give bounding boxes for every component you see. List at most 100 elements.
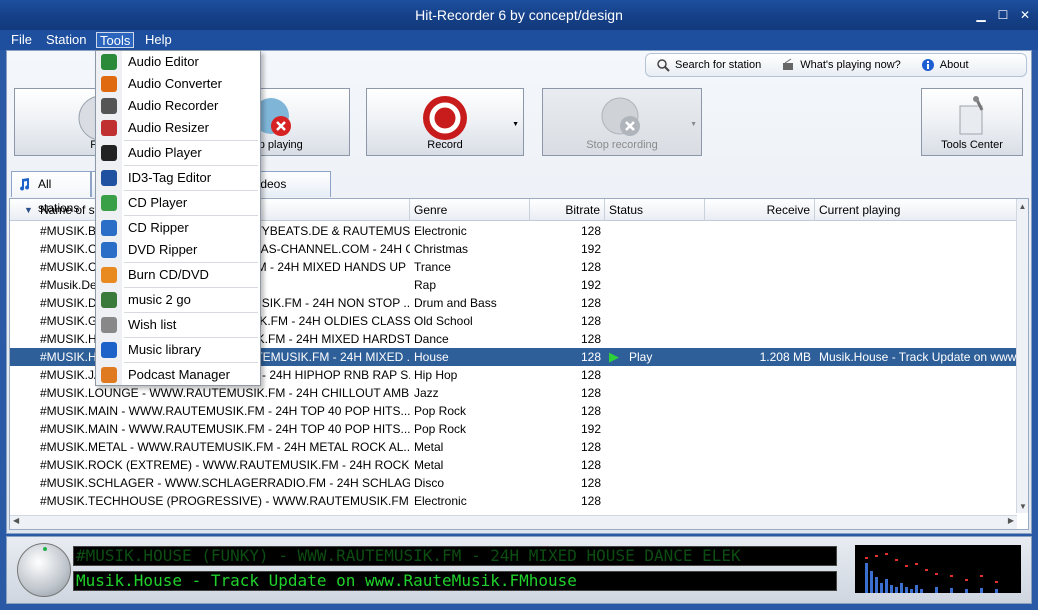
tools-center-label: Tools Center [941,139,1003,151]
column-status[interactable]: Status [605,199,705,221]
table-cell: #MUSIK.MAIN - WWW.RAUTEMUSIK.FM - 24H TO… [10,402,410,420]
table-cell [705,222,815,240]
now-playing-panel: #MUSIK.HOUSE (FUNKY) - WWW.RAUTEMUSIK.FM… [6,536,1032,604]
table-row[interactable]: #MUSIK.SCHLAGER - WWW.SCHLAGERRADIO.FM -… [10,474,1017,492]
table-cell [605,492,705,510]
tools-menu-item[interactable]: DVD Ripper [96,239,260,261]
scroll-down-icon[interactable]: ▼ [1017,502,1029,511]
table-cell [815,294,1017,312]
table-cell: Christmas [410,240,530,258]
cell-current: Musik.House - Track Update on www [819,350,1017,364]
spectrum-analyzer [855,545,1021,593]
column-genre[interactable]: Genre [410,199,530,221]
tools-menu-item[interactable]: CD Ripper [96,217,260,239]
search-station-button[interactable]: Search for station [646,58,771,72]
table-row[interactable]: #MUSIK.LOUNGE - WWW.RAUTEMUSIK.FM - 24H … [10,384,1017,402]
column-current-playing[interactable]: Current playing [815,199,1017,221]
scroll-up-icon[interactable]: ▲ [1017,202,1028,211]
column-receive[interactable]: Receive [705,199,815,221]
cell-genre: Drum and Bass [414,296,497,310]
table-cell [605,294,705,312]
music-library-icon [101,342,117,358]
menu-file[interactable]: File [8,32,35,48]
table-cell [815,312,1017,330]
table-cell: #MUSIK.ROCK (EXTREME) - WWW.RAUTEMUSIK.F… [10,456,410,474]
tools-menu-item[interactable]: Audio Recorder [96,95,260,117]
table-cell [815,438,1017,456]
whats-playing-button[interactable]: What's playing now? [771,58,911,72]
menu-separator [124,312,258,313]
table-cell [605,258,705,276]
menu-station[interactable]: Station [43,32,89,48]
table-row[interactable]: #MUSIK.METAL - WWW.RAUTEMUSIK.FM - 24H M… [10,438,1017,456]
tools-menu-item[interactable]: Audio Resizer [96,117,260,139]
table-cell [815,276,1017,294]
cell-bitrate: 128 [580,458,601,472]
close-icon[interactable]: ✕ [1018,8,1032,22]
whats-playing-label: What's playing now? [800,59,901,71]
table-cell [705,366,815,384]
volume-knob[interactable] [17,543,71,597]
cd-player-icon [101,195,117,211]
table-cell: Pop Rock [410,402,530,420]
cell-bitrate: 192 [580,278,601,292]
table-row[interactable]: #MUSIK.ROCK (EXTREME) - WWW.RAUTEMUSIK.F… [10,456,1017,474]
lcd-track-line: Musik.House - Track Update on www.RauteM… [73,571,837,591]
menu-separator [124,140,258,141]
tools-center-icon [959,96,984,135]
table-cell [605,366,705,384]
scroll-right-icon[interactable]: ▶ [1008,516,1014,525]
cell-name: #MUSIK.LOUNGE - WWW.RAUTEMUSIK.FM - 24H … [40,386,410,400]
tools-menu-item[interactable]: Music library [96,339,260,361]
table-cell [605,384,705,402]
table-cell [705,456,815,474]
audio-resizer-icon [101,120,117,136]
tools-menu-item[interactable]: CD Player [96,192,260,214]
table-row[interactable]: #MUSIK.TECHHOUSE (PROGRESSIVE) - WWW.RAU… [10,492,1017,510]
about-button[interactable]: About [911,58,979,72]
podcast-icon [101,367,117,383]
horizontal-scrollbar[interactable]: ◀ ▶ [10,515,1017,529]
tab-all-stations[interactable]: All stations [11,171,91,215]
tools-menu-item[interactable]: Burn CD/DVD [96,264,260,286]
record-icon [423,96,467,140]
stop-recording-dropdown-icon[interactable]: ▼ [690,121,697,128]
cell-name: #MUSIK.MAIN - WWW.RAUTEMUSIK.FM - 24H TO… [40,404,410,418]
menu-separator [124,165,258,166]
tools-menu-item[interactable]: Audio Converter [96,73,260,95]
menu-tools[interactable]: Tools [96,32,135,48]
tools-menu-item[interactable]: Wish list [96,314,260,336]
table-cell: 1.208 MB [705,348,815,366]
table-cell: Pop Rock [410,420,530,438]
table-row[interactable]: #MUSIK.MAIN - WWW.RAUTEMUSIK.FM - 24H TO… [10,420,1017,438]
tools-menu-item[interactable]: music 2 go [96,289,260,311]
tab-all-stations-label: All stations [38,177,80,215]
table-cell: Electronic [410,222,530,240]
record-button[interactable]: Record ▼ [366,88,524,156]
tools-menu-label: Wish list [128,317,177,332]
table-row[interactable]: #MUSIK.MAIN - WWW.RAUTEMUSIK.FM - 24H TO… [10,402,1017,420]
maximize-icon[interactable]: ☐ [996,8,1010,22]
table-cell [705,384,815,402]
cell-bitrate: 128 [580,224,601,238]
table-cell: 128 [530,294,605,312]
tools-menu-item[interactable]: ID3-Tag Editor [96,167,260,189]
cell-genre: Christmas [414,242,469,256]
play-status-icon: ▶ [609,349,619,364]
column-bitrate[interactable]: Bitrate [530,199,605,221]
menu-separator [124,287,258,288]
cell-genre: Pop Rock [414,404,467,418]
record-dropdown-icon[interactable]: ▼ [512,121,519,128]
stop-recording-button[interactable]: Stop recording ▼ [542,88,702,156]
cell-genre: Old School [414,314,473,328]
scroll-left-icon[interactable]: ◀ [13,516,19,525]
tools-menu-item[interactable]: Audio Player [96,142,260,164]
tools-center-button[interactable]: Tools Center [921,88,1023,156]
table-cell: ▶ Play [605,348,705,366]
minimize-icon[interactable]: ▁ [974,8,988,22]
tools-menu-label: Burn CD/DVD [128,267,209,282]
vertical-scrollbar[interactable]: ▲ ▼ [1016,199,1028,513]
menu-help[interactable]: Help [142,32,175,48]
tools-menu-item[interactable]: Podcast Manager [96,364,260,386]
tools-menu-item[interactable]: Audio Editor [96,51,260,73]
